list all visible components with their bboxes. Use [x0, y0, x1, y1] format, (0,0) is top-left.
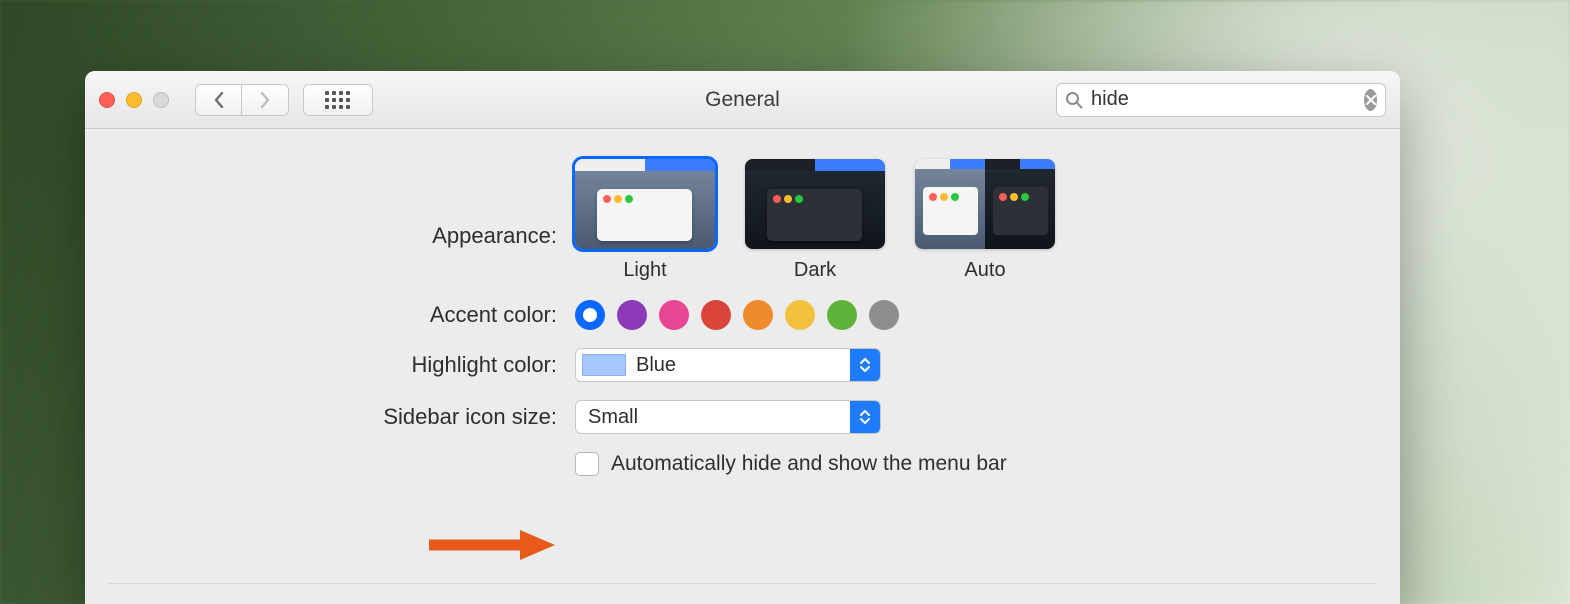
sidebar-size-select[interactable]: Small — [575, 400, 881, 434]
x-icon — [1366, 95, 1376, 105]
annotation-arrow-icon — [425, 527, 555, 563]
clear-search-button[interactable] — [1364, 89, 1377, 111]
accent-color-green[interactable] — [827, 300, 857, 330]
accent-color-blue[interactable] — [575, 300, 605, 330]
appearance-thumb-auto — [915, 159, 1055, 249]
accent-color-orange[interactable] — [743, 300, 773, 330]
highlight-value: Blue — [636, 354, 676, 377]
zoom-window-button — [153, 92, 169, 108]
show-all-button[interactable] — [303, 84, 373, 116]
accent-label: Accent color: — [105, 302, 575, 328]
section-divider — [109, 583, 1376, 584]
appearance-label: Appearance: — [105, 159, 575, 249]
appearance-option-label: Light — [623, 259, 666, 282]
forward-button[interactable] — [242, 84, 289, 116]
appearance-row: Appearance: Light Dark — [105, 159, 1380, 282]
search-field[interactable] — [1056, 83, 1386, 117]
highlight-row: Highlight color: Blue — [105, 348, 1380, 382]
appearance-option-label: Auto — [964, 259, 1005, 282]
chevron-left-icon — [214, 92, 224, 108]
preferences-window: General Appearance: Light — [85, 71, 1400, 604]
search-input[interactable] — [1083, 88, 1364, 111]
auto-hide-menu-bar-label: Automatically hide and show the menu bar — [611, 452, 1007, 476]
close-window-button[interactable] — [99, 92, 115, 108]
accent-color-purple[interactable] — [617, 300, 647, 330]
minimize-window-button[interactable] — [126, 92, 142, 108]
accent-color-pink[interactable] — [659, 300, 689, 330]
appearance-options: Light Dark Auto — [575, 159, 1055, 282]
pane-content: Appearance: Light Dark — [85, 129, 1400, 476]
auto-hide-row: Automatically hide and show the menu bar — [105, 452, 1380, 476]
highlight-color-select[interactable]: Blue — [575, 348, 881, 382]
titlebar: General — [85, 71, 1400, 129]
accent-row: Accent color: — [105, 300, 1380, 330]
appearance-thumb-dark — [745, 159, 885, 249]
appearance-option-auto[interactable]: Auto — [915, 159, 1055, 282]
auto-hide-menu-bar-checkbox[interactable] — [575, 452, 599, 476]
grid-icon — [325, 91, 351, 109]
back-button[interactable] — [195, 84, 242, 116]
stepper-icon — [850, 349, 880, 381]
accent-color-yellow[interactable] — [785, 300, 815, 330]
sidebar-size-row: Sidebar icon size: Small — [105, 400, 1380, 434]
accent-color-options — [575, 300, 899, 330]
appearance-thumb-light — [575, 159, 715, 249]
nav-buttons — [195, 84, 289, 116]
sidebar-size-label: Sidebar icon size: — [105, 404, 575, 430]
search-icon — [1065, 91, 1083, 109]
appearance-option-light[interactable]: Light — [575, 159, 715, 282]
appearance-option-label: Dark — [794, 259, 836, 282]
sidebar-size-value: Small — [576, 406, 638, 429]
chevron-right-icon — [260, 92, 270, 108]
highlight-swatch — [582, 354, 626, 376]
window-controls — [99, 92, 169, 108]
accent-color-red[interactable] — [701, 300, 731, 330]
highlight-label: Highlight color: — [105, 352, 575, 378]
appearance-option-dark[interactable]: Dark — [745, 159, 885, 282]
accent-color-graphite[interactable] — [869, 300, 899, 330]
stepper-icon — [850, 401, 880, 433]
